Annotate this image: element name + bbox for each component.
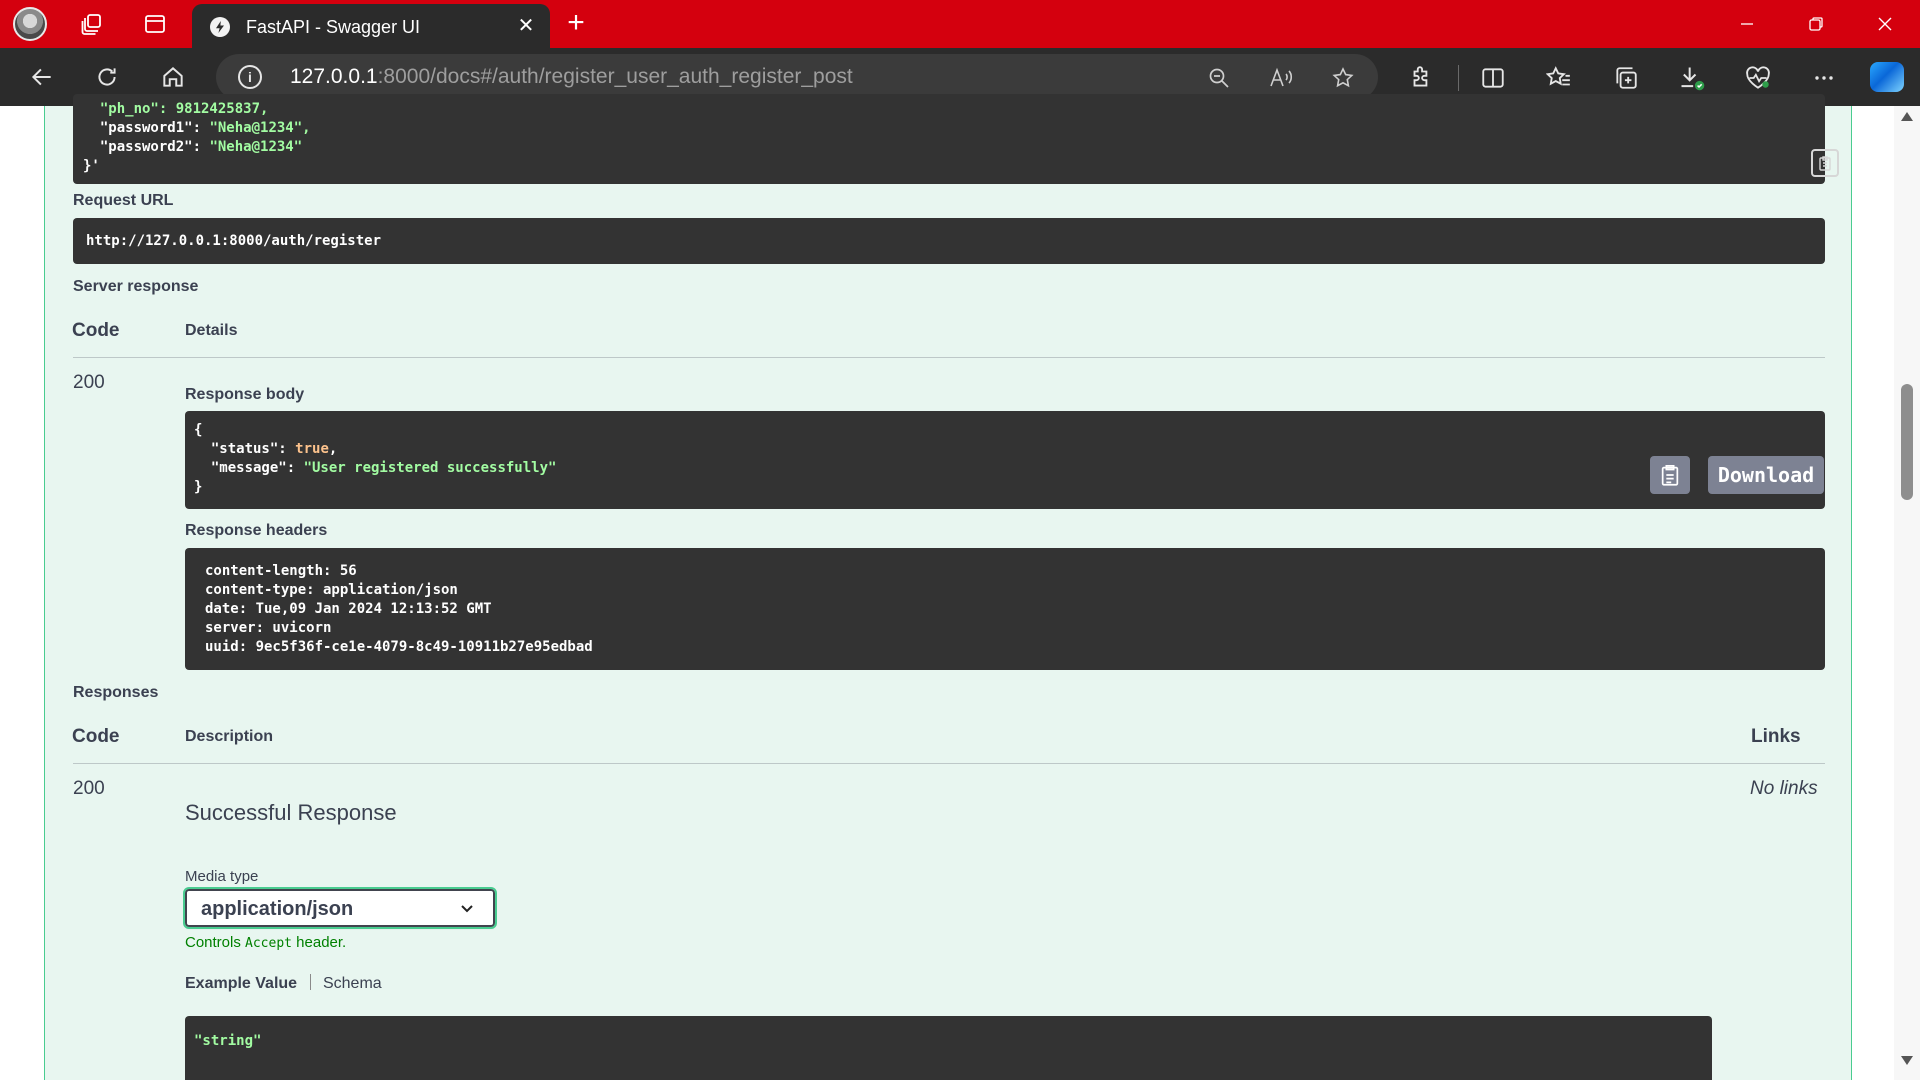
table-divider — [73, 357, 1825, 358]
no-links-text: No links — [1750, 778, 1818, 799]
request-url-label: Request URL — [73, 192, 174, 209]
media-type-select[interactable]: application/json — [183, 887, 497, 929]
close-window-icon[interactable] — [1862, 10, 1908, 38]
vertical-scrollbar[interactable] — [1894, 106, 1920, 1080]
response-body-label: Response body — [185, 386, 305, 403]
favorites-icon[interactable] — [1544, 63, 1574, 93]
response-header-line: content-type: application/json — [205, 582, 458, 598]
home-icon[interactable] — [157, 61, 189, 93]
tab-divider — [309, 974, 311, 990]
restore-icon[interactable] — [1793, 10, 1839, 38]
scrollbar-thumb[interactable] — [1901, 384, 1913, 500]
active-tab[interactable]: FastAPI - Swagger UI ✕ — [192, 4, 550, 48]
json-string-value: "User registered successfully" — [303, 460, 557, 476]
response-headers-label: Response headers — [185, 522, 328, 539]
example-value-block: "string" — [185, 1016, 1712, 1080]
tab-close-icon[interactable]: ✕ — [514, 14, 538, 38]
profile-avatar[interactable] — [13, 7, 47, 41]
example-value-text: "string" — [194, 1033, 262, 1049]
browser-essentials-icon[interactable] — [1743, 63, 1773, 93]
response-headers-block: content-length: 56 content-type: applica… — [185, 548, 1825, 670]
responses-links-header: Links — [1751, 726, 1801, 747]
chevron-down-icon — [461, 905, 473, 913]
json-comma: , — [328, 441, 338, 457]
media-type-selected-value: application/json — [201, 898, 354, 920]
workspaces-icon[interactable] — [79, 11, 105, 37]
new-tab-plus-icon[interactable]: + — [562, 8, 590, 38]
curl-line: "password2": — [83, 139, 210, 155]
tab-title: FastAPI - Swagger UI — [246, 17, 421, 37]
json-brace: { — [194, 422, 203, 438]
vertical-tabs-icon[interactable] — [142, 11, 168, 37]
response-description: Successful Response — [185, 800, 397, 825]
curl-value: "Neha@1234", — [209, 120, 311, 136]
browser-title-bar: FastAPI - Swagger UI ✕ + — [0, 0, 1920, 48]
controls-note-code: Accept — [245, 936, 292, 951]
server-response-code: 200 — [73, 372, 105, 393]
toolbar-divider — [1458, 65, 1459, 91]
url-text[interactable]: 127.0.0.1:8000/docs#/auth/register_user_… — [290, 65, 853, 89]
responses-code-header: Code — [72, 726, 120, 747]
copy-curl-clipboard-icon[interactable] — [1811, 149, 1839, 177]
response-header-line: server: uvicorn — [205, 620, 332, 636]
curl-line: "password1": — [83, 120, 210, 136]
fastapi-favicon-icon — [210, 17, 230, 37]
split-screen-icon[interactable] — [1478, 63, 1508, 93]
json-brace: } — [194, 479, 203, 495]
responses-code: 200 — [73, 778, 105, 799]
refresh-icon[interactable] — [91, 61, 123, 93]
controls-accept-note: Controls Accept header. — [185, 934, 346, 951]
favorite-star-icon[interactable] — [1330, 65, 1356, 91]
back-arrow-icon[interactable] — [26, 61, 58, 93]
responses-description-header: Description — [185, 728, 274, 745]
request-url-block: http://127.0.0.1:8000/auth/register — [73, 218, 1825, 264]
curl-line: "ph_no": 9812425837, — [83, 101, 269, 117]
media-type-label: Media type — [185, 868, 259, 885]
minimize-icon[interactable] — [1724, 10, 1770, 38]
tab-example-value[interactable]: Example Value — [185, 975, 297, 992]
site-info-icon[interactable]: i — [238, 65, 262, 89]
scroll-up-arrow-icon[interactable] — [1901, 112, 1913, 121]
server-response-details-header: Details — [185, 322, 238, 339]
downloads-icon[interactable] — [1677, 63, 1707, 93]
response-header-line: date: Tue,09 Jan 2024 12:13:52 GMT — [205, 601, 492, 617]
curl-value: "Neha@1234" — [209, 139, 303, 155]
response-header-line: uuid: 9ec5f36f-ce1e-4079-8c49-10911b27e9… — [205, 639, 593, 655]
request-url-value: http://127.0.0.1:8000/auth/register — [86, 233, 382, 249]
scroll-down-arrow-icon[interactable] — [1901, 1056, 1913, 1065]
curl-line: }' — [83, 158, 100, 174]
extensions-icon[interactable] — [1406, 63, 1436, 93]
tab-schema[interactable]: Schema — [323, 975, 382, 992]
json-bool-value: true — [295, 441, 329, 457]
server-response-code-header: Code — [72, 320, 120, 341]
curl-command-block: "ph_no": 9812425837, "password1": "Neha@… — [73, 94, 1839, 184]
download-button[interactable]: Download — [1708, 456, 1824, 494]
page-viewport: "ph_no": 9812425837, "password1": "Neha@… — [0, 94, 1920, 1080]
response-header-line: content-length: 56 — [205, 563, 357, 579]
more-menu-icon[interactable] — [1809, 63, 1839, 93]
zoom-out-icon[interactable] — [1206, 65, 1232, 91]
read-aloud-icon[interactable] — [1268, 65, 1294, 91]
collections-icon[interactable] — [1611, 63, 1641, 93]
table-divider — [73, 763, 1825, 764]
controls-note-text: header. — [292, 934, 347, 951]
copy-response-clipboard-icon[interactable] — [1650, 456, 1690, 494]
json-key: "message": — [194, 460, 304, 476]
controls-note-text: Controls — [185, 934, 246, 951]
responses-label: Responses — [73, 684, 159, 701]
example-schema-tabs: Example Value Schema — [185, 974, 382, 993]
response-body-block: { "status": true, "message": "User regis… — [185, 411, 1825, 509]
copilot-icon[interactable] — [1870, 62, 1904, 92]
server-response-label: Server response — [73, 278, 199, 295]
json-key: "status": — [194, 441, 296, 457]
